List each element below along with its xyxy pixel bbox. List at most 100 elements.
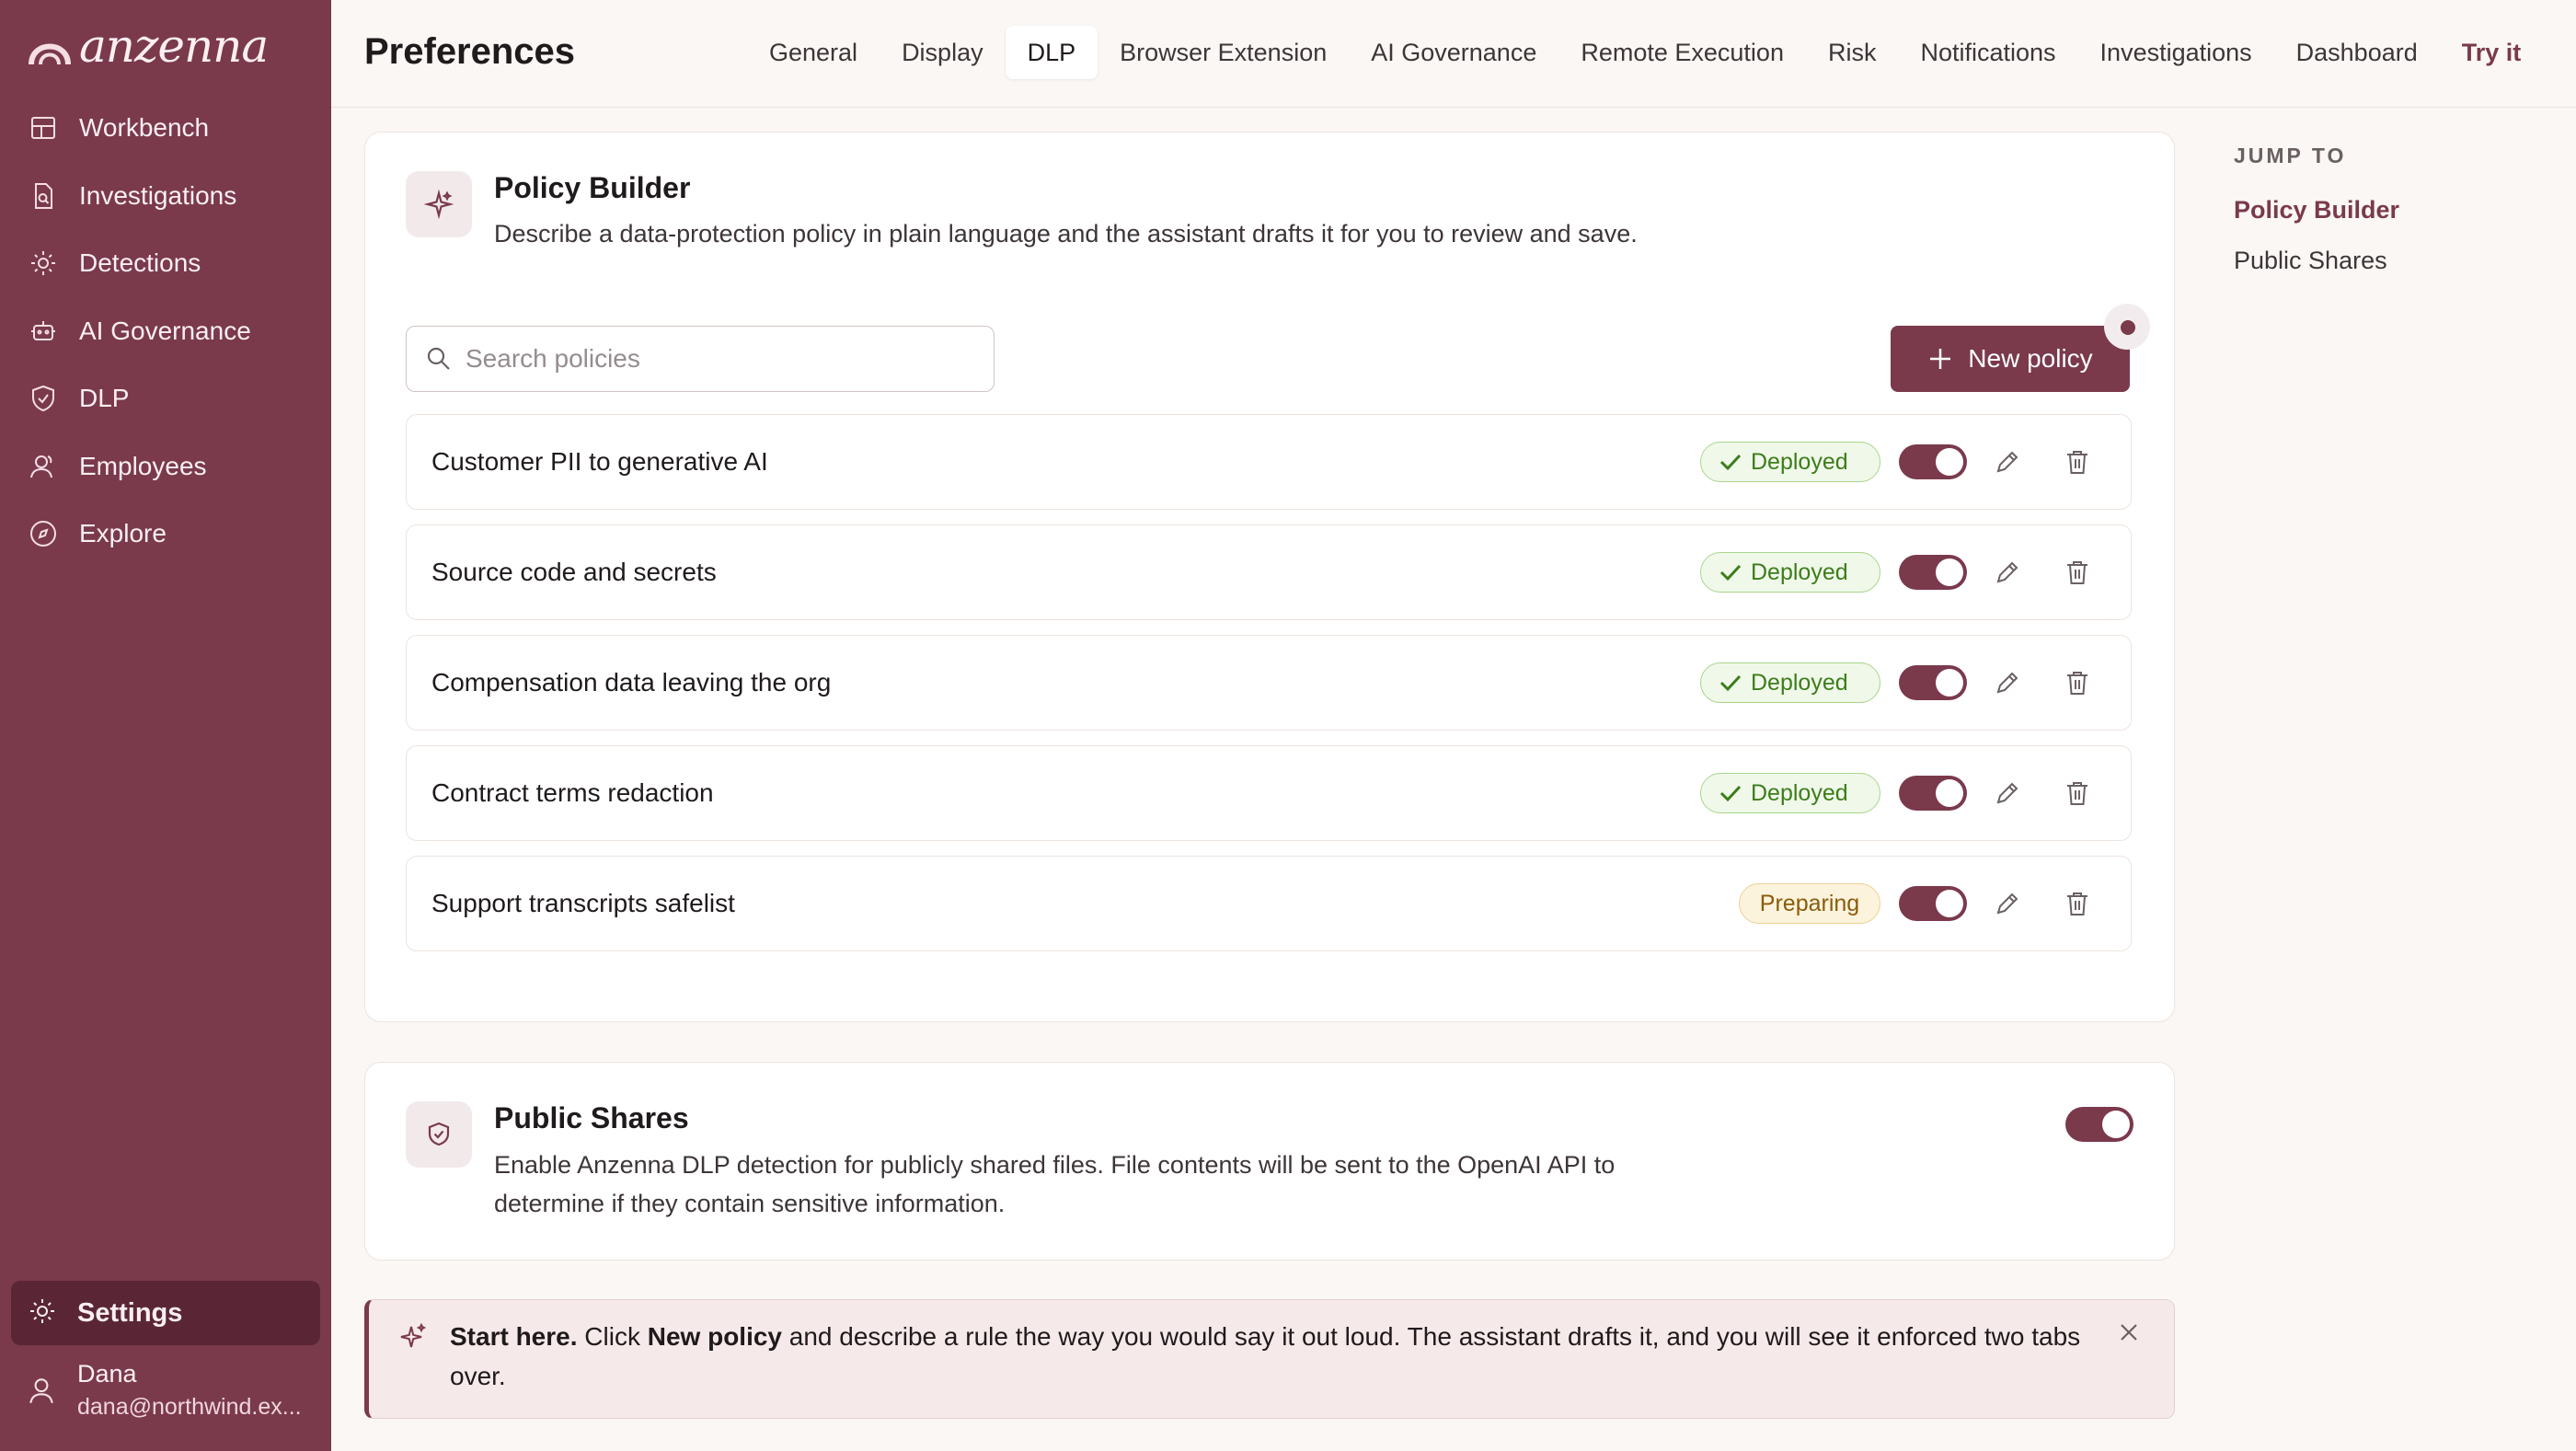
check-icon	[1719, 564, 1742, 582]
banner-lead: Start here.	[450, 1322, 578, 1351]
tab-ai-governance[interactable]: AI Governance	[1349, 26, 1558, 79]
sparkle-icon	[406, 171, 472, 237]
sidebar-item-label: Settings	[77, 1297, 183, 1328]
trash-icon[interactable]	[2061, 445, 2094, 478]
shield-check-icon	[406, 1101, 472, 1168]
policy-name: Customer PII to generative AI	[431, 447, 768, 476]
sidebar-item-settings[interactable]: Settings	[11, 1281, 320, 1345]
tab-notifications[interactable]: Notifications	[1898, 26, 2077, 79]
policy-list: Customer PII to generative AI Deployed S…	[406, 414, 2132, 966]
search-input[interactable]	[466, 344, 962, 374]
status-badge: Deployed	[1700, 442, 1880, 482]
policy-row[interactable]: Source code and secrets Deployed	[406, 524, 2132, 620]
tab-try-it[interactable]: Try it	[2440, 26, 2544, 79]
policy-builder-card: Policy Builder Describe a data-protectio…	[364, 132, 2175, 1115]
tab-general[interactable]: General	[747, 26, 880, 79]
shield-check-icon	[28, 383, 59, 414]
jump-link-policy-builder[interactable]: Policy Builder	[2234, 196, 2399, 225]
notification-dot	[2104, 304, 2150, 350]
file-search-icon	[28, 180, 59, 212]
policy-name: Source code and secrets	[431, 558, 717, 586]
sidebar: anzenna Workbench Investigations Detecti…	[0, 0, 331, 1451]
trash-icon[interactable]	[2061, 887, 2094, 920]
policy-row[interactable]: Contract terms redaction Deployed	[406, 745, 2132, 841]
public-shares-toggle[interactable]	[2065, 1107, 2133, 1142]
check-icon	[1719, 674, 1742, 692]
page-header: Preferences General Display DLP Browser …	[331, 0, 2576, 108]
status-badge-label: Deployed	[1751, 669, 1848, 696]
check-icon	[1719, 454, 1742, 471]
edit-icon[interactable]	[1991, 556, 2024, 589]
tab-risk[interactable]: Risk	[1806, 26, 1899, 79]
trash-icon[interactable]	[2061, 556, 2094, 589]
tab-browser-extension[interactable]: Browser Extension	[1098, 26, 1349, 79]
status-badge-label: Deployed	[1751, 779, 1848, 806]
status-badge: Deployed	[1700, 662, 1880, 703]
edit-icon[interactable]	[1991, 777, 2024, 810]
user-email: dana@northwind.ex...	[77, 1394, 302, 1420]
search-field[interactable]	[406, 326, 995, 392]
policy-name: Support transcripts safelist	[431, 889, 735, 917]
policy-row[interactable]: Support transcripts safelist Preparing	[406, 856, 2132, 951]
check-icon	[1719, 785, 1742, 802]
policy-toggle[interactable]	[1899, 555, 1967, 590]
policy-toggle[interactable]	[1899, 444, 1967, 479]
sidebar-item-explore[interactable]: Explore	[11, 501, 320, 566]
edit-icon[interactable]	[1991, 445, 2024, 478]
user-name: Dana	[77, 1360, 137, 1388]
jump-to-heading: JUMP TO	[2234, 144, 2347, 167]
new-policy-button[interactable]: New policy	[1891, 326, 2130, 392]
sidebar-item-dlp[interactable]: DLP	[11, 366, 320, 431]
user-profile[interactable]: Dana dana@northwind.ex...	[26, 1360, 302, 1421]
policy-toggle[interactable]	[1899, 665, 1967, 700]
person-icon	[28, 451, 59, 482]
policy-row[interactable]: Compensation data leaving the org Deploy…	[406, 635, 2132, 731]
tab-investigations[interactable]: Investigations	[2078, 26, 2274, 79]
new-policy-label: New policy	[1968, 344, 2093, 373]
sparkle-icon	[398, 1322, 428, 1356]
logo-text: anzenna	[79, 19, 269, 73]
tab-dlp[interactable]: DLP	[1005, 26, 1098, 79]
public-shares-title: Public Shares	[494, 1101, 689, 1134]
tab-dashboard[interactable]: Dashboard	[2274, 26, 2440, 79]
sidebar-item-label: Workbench	[79, 113, 210, 142]
search-icon	[427, 347, 450, 370]
jump-to-nav: JUMP TO Policy Builder Public Shares	[2234, 144, 2399, 275]
sidebar-item-detections[interactable]: Detections	[11, 231, 320, 295]
sidebar-item-investigations[interactable]: Investigations	[11, 164, 320, 228]
policy-toggle[interactable]	[1899, 776, 1967, 811]
sidebar-item-label: DLP	[79, 384, 130, 412]
jump-link-public-shares[interactable]: Public Shares	[2234, 247, 2399, 275]
trash-icon[interactable]	[2061, 666, 2094, 699]
trash-icon[interactable]	[2061, 777, 2094, 810]
user-icon	[29, 1378, 53, 1404]
public-shares-card: Public Shares Enable Anzenna DLP detecti…	[364, 1062, 2175, 1261]
sidebar-item-ai-governance[interactable]: AI Governance	[11, 299, 320, 363]
sidebar-item-label: Employees	[79, 451, 207, 480]
sidebar-item-workbench[interactable]: Workbench	[11, 96, 320, 160]
gear-icon	[28, 1296, 57, 1330]
tab-remote-execution[interactable]: Remote Execution	[1558, 26, 1806, 79]
robot-icon	[28, 316, 59, 347]
compass-icon	[28, 518, 59, 549]
sidebar-nav: Workbench Investigations Detections AI G…	[11, 96, 320, 570]
sidebar-item-employees[interactable]: Employees	[11, 434, 320, 499]
policy-name: Compensation data leaving the org	[431, 668, 832, 697]
radar-icon	[28, 248, 59, 279]
tab-display[interactable]: Display	[880, 26, 1006, 79]
start-here-banner: Start here. Click New policy and describ…	[364, 1299, 2175, 1419]
edit-icon[interactable]	[1991, 887, 2024, 920]
policy-toggle[interactable]	[1899, 886, 1967, 921]
layout-icon	[28, 112, 59, 144]
status-badge: Preparing	[1739, 883, 1880, 924]
edit-icon[interactable]	[1991, 666, 2024, 699]
logo[interactable]: anzenna	[26, 18, 269, 74]
policy-builder-description: Describe a data-protection policy in pla…	[494, 220, 1638, 248]
sidebar-item-label: Detections	[79, 248, 201, 277]
close-icon[interactable]	[2117, 1320, 2145, 1348]
status-badge-label: Preparing	[1759, 890, 1860, 916]
policy-row[interactable]: Customer PII to generative AI Deployed	[406, 414, 2132, 510]
public-shares-description: Enable Anzenna DLP detection for publicl…	[494, 1151, 1616, 1217]
banner-emphasis: New policy	[647, 1322, 782, 1351]
preferences-tabs: General Display DLP Browser Extension AI…	[747, 24, 2543, 81]
